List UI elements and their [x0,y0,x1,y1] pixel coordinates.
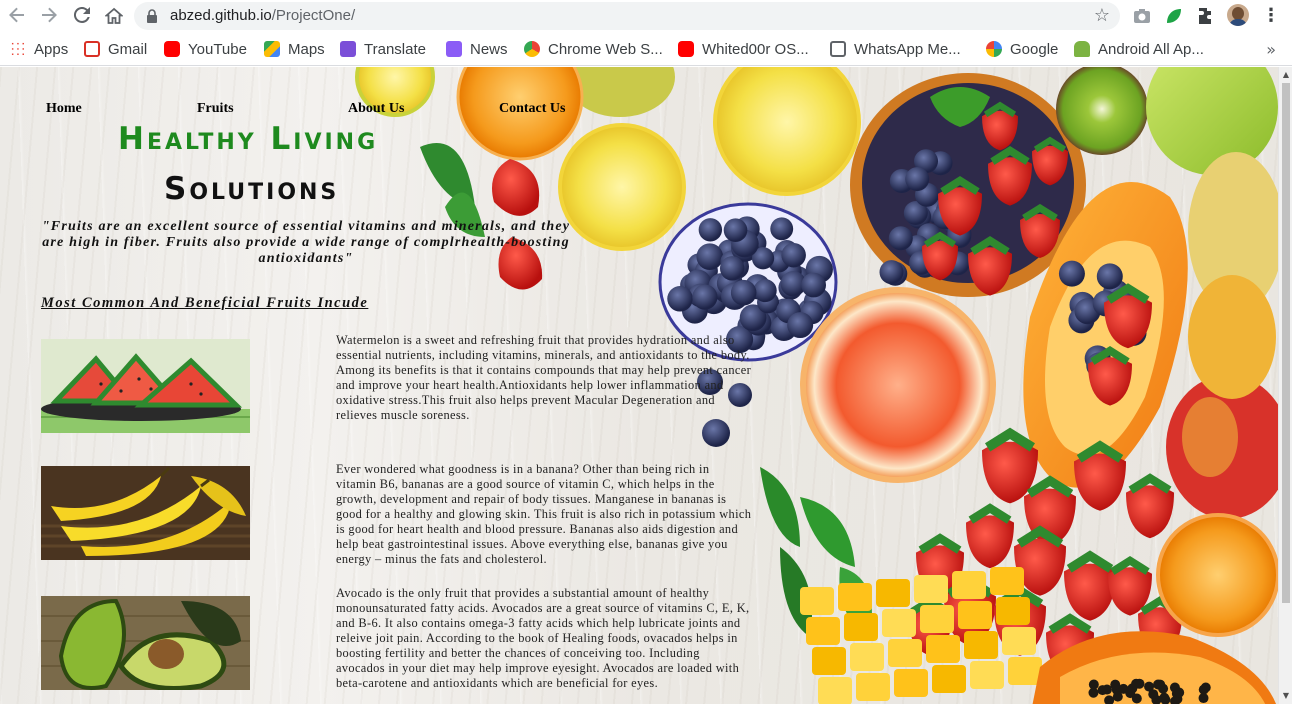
bookmark-whited00r-os[interactable]: Whited00r OS... [678,38,809,60]
nav-link-fruits[interactable]: Fruits [197,101,234,117]
youtube-icon [164,41,180,57]
bookmark-label: Android All Ap... [1098,40,1204,58]
bookmark-translate[interactable]: Translate [340,38,426,60]
maps-icon [264,41,280,57]
bookmark-label: Gmail [108,40,148,58]
fruits-subheading: Most Common And Beneficial Fruits Incude [41,295,369,311]
banana-description: Ever wondered what goodness is in a bana… [336,462,752,566]
url-path: /ProjectOne/ [271,7,356,24]
chrome-web-store-icon [524,41,540,57]
bookmark-label: YouTube [188,40,247,58]
brand-title-line1: Healthy Living [118,121,379,157]
forward-button[interactable] [38,5,60,27]
bookmark-news[interactable]: News [446,38,508,60]
bookmark-maps[interactable]: Maps [264,38,325,60]
reload-button[interactable] [71,5,93,27]
browser-toolbar: abzed.github.io/ProjectOne/ ☆ ⋮ [0,0,1292,32]
bookmark-label: Whited00r OS... [702,40,809,58]
bookmark-apps[interactable]: Apps [10,38,68,60]
page-scrollbar[interactable]: ▲ ▼ [1278,67,1292,704]
more-bookmarks-chevron-icon[interactable]: » [1266,40,1276,59]
avocado-image [41,596,250,690]
apps-grid-icon [10,41,26,57]
bookmark-youtube[interactable]: YouTube [164,38,247,60]
address-bar[interactable]: abzed.github.io/ProjectOne/ ☆ [134,2,1120,30]
url-host: abzed.github.io [170,7,272,24]
bookmark-label: Maps [288,40,325,58]
camera-icon[interactable] [1132,6,1152,26]
menu-kebab-icon[interactable]: ⋮ [1260,5,1282,27]
brand-title-line2: Solutions [164,171,340,207]
back-button[interactable] [6,5,28,27]
home-button[interactable] [103,5,125,27]
forward-arrow-icon [42,7,57,23]
watermelon-description: Watermelon is a sweet and refreshing fru… [336,333,752,422]
translate-icon [340,41,356,57]
intro-quote: "Fruits are an excellent source of essen… [41,219,571,266]
page-viewport: Home Fruits About Us Contact Us Healthy … [0,67,1278,704]
bookmark-whatsapp-me[interactable]: WhatsApp Me... [830,38,961,60]
nav-link-contact-us[interactable]: Contact Us [499,101,566,117]
page-icon [830,41,846,57]
lock-icon [147,9,157,23]
android-icon [1074,41,1090,57]
nav-link-home[interactable]: Home [46,101,82,117]
scroll-up-arrow-icon[interactable]: ▲ [1282,71,1290,79]
google-icon [986,41,1002,57]
bookmark-label: Translate [364,40,426,58]
back-arrow-icon [9,7,24,23]
bookmark-label: Chrome Web S... [548,40,663,58]
extensions-puzzle-icon[interactable] [1196,6,1216,26]
youtube-icon [678,41,694,57]
home-icon [105,7,123,24]
bookmark-label: WhatsApp Me... [854,40,961,58]
bookmark-gmail[interactable]: Gmail [84,38,147,60]
bookmark-star-icon[interactable]: ☆ [1094,5,1110,26]
bookmark-android-all-ap[interactable]: Android All Ap... [1074,38,1204,60]
scroll-down-arrow-icon[interactable]: ▼ [1282,692,1290,700]
nav-link-about-us[interactable]: About Us [348,101,404,117]
url-text: abzed.github.io/ProjectOne/ [170,7,355,24]
reload-icon [74,7,90,23]
gmail-icon [84,41,100,57]
avocado-description: Avocado is the only fruit that provides … [336,586,750,690]
bookmark-label: Apps [34,40,69,58]
banana-image [41,466,250,560]
watermelon-image [41,339,250,433]
bookmarks-bar: Apps Gmail YouTube Maps Translate News Chrome … [0,32,1292,66]
profile-avatar[interactable] [1227,4,1249,26]
news-icon [446,41,462,57]
extension-leaf-icon[interactable] [1164,6,1184,26]
bookmark-google[interactable]: Google [986,38,1058,60]
bookmark-label: News [470,40,508,58]
scroll-thumb[interactable] [1282,83,1290,603]
bookmark-chrome-web-s[interactable]: Chrome Web S... [524,38,663,60]
bookmark-label: Google [1010,40,1059,58]
